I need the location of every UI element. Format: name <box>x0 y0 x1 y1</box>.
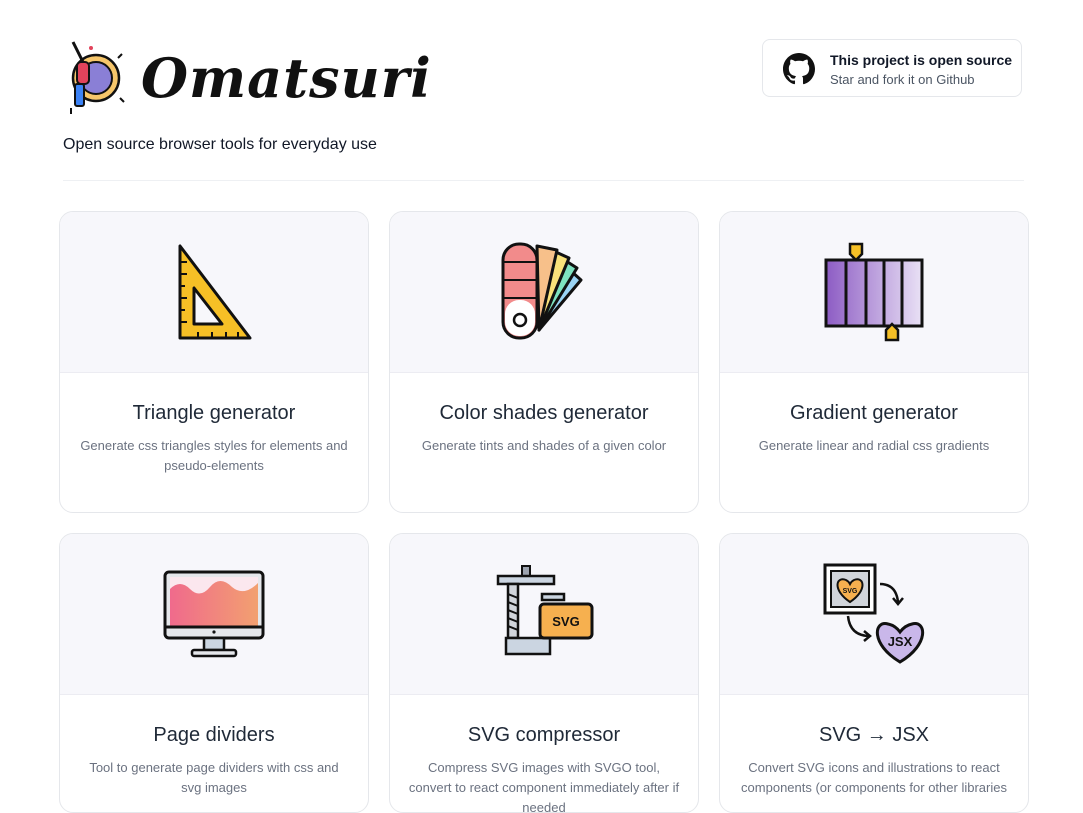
card-title: SVG → JSX <box>818 724 930 746</box>
clamp-icon: SVG <box>496 565 594 656</box>
github-card-subtitle: Star and fork it on Github <box>830 72 975 87</box>
card-description: Compress SVG images with SVGO tool, conv… <box>408 760 680 813</box>
card-title: Color shades generator <box>439 402 649 424</box>
svg-label: SVG <box>843 588 858 595</box>
card-title: SVG compressor <box>467 724 621 746</box>
header: Omatsuri This project is open source Sta… <box>63 36 1024 116</box>
card-art <box>720 212 1028 373</box>
tool-card-color-shades-generator[interactable]: Color shades generator Generate tints an… <box>389 211 699 513</box>
card-description: Tool to generate page dividers with css … <box>89 760 339 795</box>
color-palette-icon <box>501 242 583 340</box>
card-art: SVG <box>390 534 698 695</box>
svg-to-jsx-icon: SVG JSX <box>823 563 925 664</box>
github-card-title: This project is open source <box>830 52 1013 68</box>
gradient-icon <box>824 242 924 342</box>
tool-card-gradient-generator[interactable]: Gradient generator Generate linear and r… <box>719 211 1029 513</box>
tool-card-svg-to-jsx[interactable]: SVG JSX SVG → JSX Convert SVG icons and … <box>719 533 1029 813</box>
brand-name[interactable]: Omatsuri <box>141 38 432 118</box>
github-icon <box>783 53 815 85</box>
card-art <box>60 212 368 373</box>
svg-label: SVG <box>552 614 579 629</box>
monitor-icon <box>163 570 265 658</box>
card-title: Triangle generator <box>132 402 296 424</box>
jsx-label: JSX <box>888 634 913 649</box>
tagline: Open source browser tools for everyday u… <box>63 136 377 153</box>
card-description: Convert SVG icons and illustrations to r… <box>741 760 1007 795</box>
card-description: Generate css triangles styles for elemen… <box>80 438 348 473</box>
card-art <box>60 534 368 695</box>
header-divider <box>63 180 1024 181</box>
card-description: Generate linear and radial css gradients <box>758 438 990 453</box>
omatsuri-logo-icon[interactable] <box>63 36 125 116</box>
github-link-card[interactable]: This project is open source Star and for… <box>762 39 1022 97</box>
card-title: Page dividers <box>153 724 275 746</box>
card-art <box>390 212 698 373</box>
tool-card-svg-compressor[interactable]: SVG SVG compressor Compress SVG images w… <box>389 533 699 813</box>
card-description: Generate tints and shades of a given col… <box>421 438 667 453</box>
card-art: SVG JSX <box>720 534 1028 695</box>
tool-card-triangle-generator[interactable]: Triangle generator Generate css triangle… <box>59 211 369 513</box>
triangle-ruler-icon <box>178 244 252 340</box>
card-title: Gradient generator <box>790 402 958 424</box>
tool-card-page-dividers[interactable]: Page dividers Tool to generate page divi… <box>59 533 369 813</box>
